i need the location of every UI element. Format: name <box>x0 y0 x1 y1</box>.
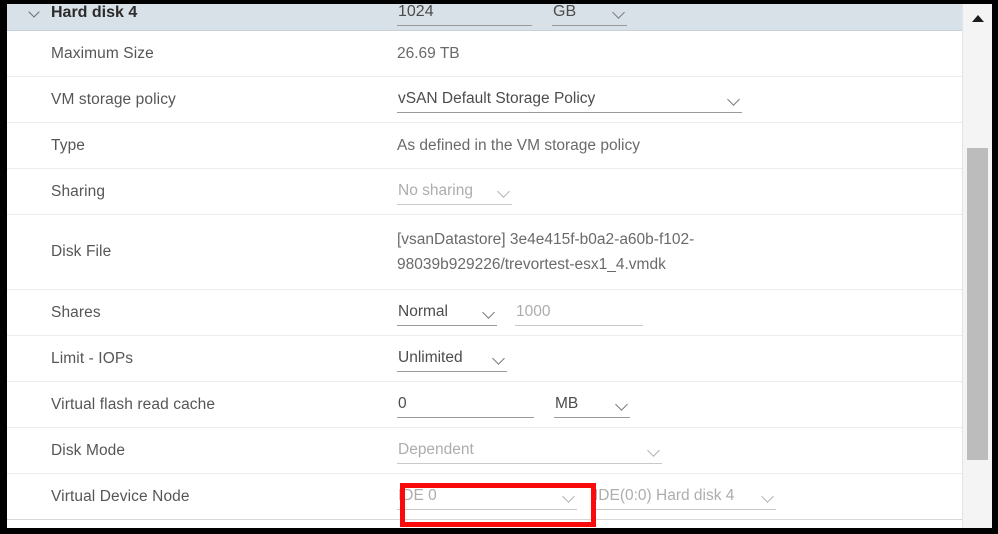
chevron-down-icon[interactable] <box>616 398 628 410</box>
value-sharing: No sharing <box>397 179 962 205</box>
virtual-flash-read-cache-value: 0 <box>398 395 407 412</box>
value-shares: Normal 1000 <box>397 300 962 326</box>
disk-mode-select[interactable]: Dependent <box>397 438 662 464</box>
scrollbar-thumb[interactable] <box>967 148 988 460</box>
label-maximum-size: Maximum Size <box>51 44 154 62</box>
virtual-flash-read-cache-unit-select[interactable]: MB <box>554 392 630 418</box>
chevron-down-icon[interactable] <box>563 490 575 502</box>
row-limit-iops: Limit - IOPs Unlimited <box>7 336 962 382</box>
virtual-device-node-controller-value: IDE 0 <box>398 487 437 504</box>
label-sharing: Sharing <box>51 182 106 200</box>
device-settings-scroll-area[interactable]: Hard disk 4 1024 GB Maximum Size 26.69 T… <box>7 4 962 528</box>
device-header-right: 1024 GB <box>397 4 962 26</box>
sharing-value: No sharing <box>398 182 473 199</box>
value-disk-file: [vsanDatastore] 3e4e415f-b0a2-a60b-f102-… <box>397 216 962 288</box>
screenshot-frame: Hard disk 4 1024 GB Maximum Size 26.69 T… <box>0 0 998 534</box>
shares-level-value: Normal <box>398 303 448 320</box>
virtual-device-node-unit-select[interactable]: IDE(0:0) Hard disk 4 <box>593 484 776 510</box>
chevron-down-icon[interactable] <box>648 444 660 456</box>
row-shares: Shares Normal 1000 <box>7 290 962 336</box>
value-virtual-flash-read-cache: 0 MB <box>397 392 962 418</box>
row-virtual-flash-read-cache: Virtual flash read cache 0 MB <box>7 382 962 428</box>
vertical-scrollbar[interactable] <box>962 4 992 528</box>
limit-iops-value: Unlimited <box>398 349 463 366</box>
shares-amount-input[interactable]: 1000 <box>515 300 643 326</box>
virtual-hardware-panel: Hard disk 4 1024 GB Maximum Size 26.69 T… <box>7 4 992 528</box>
value-disk-mode: Dependent <box>397 438 962 464</box>
row-disk-mode: Disk Mode Dependent <box>7 428 962 474</box>
chevron-down-icon[interactable] <box>762 490 774 502</box>
chevron-down-icon[interactable] <box>498 185 510 197</box>
disk-mode-value: Dependent <box>398 441 474 458</box>
virtual-flash-read-cache-input[interactable]: 0 <box>397 392 534 418</box>
disk-size-unit-value: GB <box>553 4 577 20</box>
label-vm-storage-policy: VM storage policy <box>51 90 176 108</box>
value-limit-iops: Unlimited <box>397 346 962 372</box>
device-header-title: Hard disk 4 <box>51 4 138 21</box>
chevron-down-icon[interactable] <box>483 306 495 318</box>
label-virtual-flash-read-cache: Virtual flash read cache <box>51 395 216 413</box>
virtual-device-node-controller-select[interactable]: IDE 0 <box>397 484 577 510</box>
label-shares: Shares <box>51 303 101 321</box>
label-disk-mode: Disk Mode <box>51 441 126 459</box>
row-disk-file: Disk File [vsanDatastore] 3e4e415f-b0a2-… <box>7 215 962 290</box>
row-vm-storage-policy: VM storage policy vSAN Default Storage P… <box>7 77 962 123</box>
value-vm-storage-policy: vSAN Default Storage Policy <box>397 87 962 113</box>
disk-size-unit-select[interactable]: GB <box>552 4 627 26</box>
chevron-down-icon[interactable] <box>29 7 40 18</box>
virtual-device-node-unit-value: IDE(0:0) Hard disk 4 <box>594 487 735 504</box>
virtual-flash-read-cache-unit-value: MB <box>555 395 579 412</box>
type-text: As defined in the VM storage policy <box>397 136 640 154</box>
limit-iops-select[interactable]: Unlimited <box>397 346 507 372</box>
sharing-select[interactable]: No sharing <box>397 179 512 205</box>
vm-storage-policy-value: vSAN Default Storage Policy <box>398 90 596 107</box>
maximum-size-text: 26.69 TB <box>397 44 460 62</box>
label-type: Type <box>51 136 86 154</box>
chevron-down-icon[interactable] <box>613 6 625 18</box>
value-type: As defined in the VM storage policy <box>397 137 962 155</box>
chevron-down-icon[interactable] <box>728 93 740 105</box>
vm-storage-policy-select[interactable]: vSAN Default Storage Policy <box>397 87 742 113</box>
row-maximum-size: Maximum Size 26.69 TB <box>7 31 962 77</box>
device-header-row[interactable]: Hard disk 4 1024 GB <box>7 4 962 31</box>
label-limit-iops: Limit - IOPs <box>51 349 134 367</box>
disk-file-path: [vsanDatastore] 3e4e415f-b0a2-a60b-f102-… <box>397 231 695 273</box>
value-virtual-device-node: IDE 0 IDE(0:0) Hard disk 4 <box>397 484 962 510</box>
disk-size-input[interactable]: 1024 <box>397 4 532 26</box>
row-type: Type As defined in the VM storage policy <box>7 123 962 169</box>
shares-level-select[interactable]: Normal <box>397 300 497 326</box>
scroll-up-arrow-icon[interactable] <box>963 4 992 30</box>
chevron-down-icon[interactable] <box>493 352 505 364</box>
shares-amount-value: 1000 <box>516 303 551 320</box>
label-disk-file: Disk File <box>51 243 112 260</box>
row-sharing: Sharing No sharing <box>7 169 962 215</box>
label-virtual-device-node: Virtual Device Node <box>51 487 190 505</box>
value-maximum-size: 26.69 TB <box>397 45 962 63</box>
disk-size-value: 1024 <box>398 4 434 20</box>
device-header-left[interactable]: Hard disk 4 <box>7 4 397 22</box>
row-virtual-device-node: Virtual Device Node IDE 0 IDE(0:0) Hard … <box>7 474 962 520</box>
